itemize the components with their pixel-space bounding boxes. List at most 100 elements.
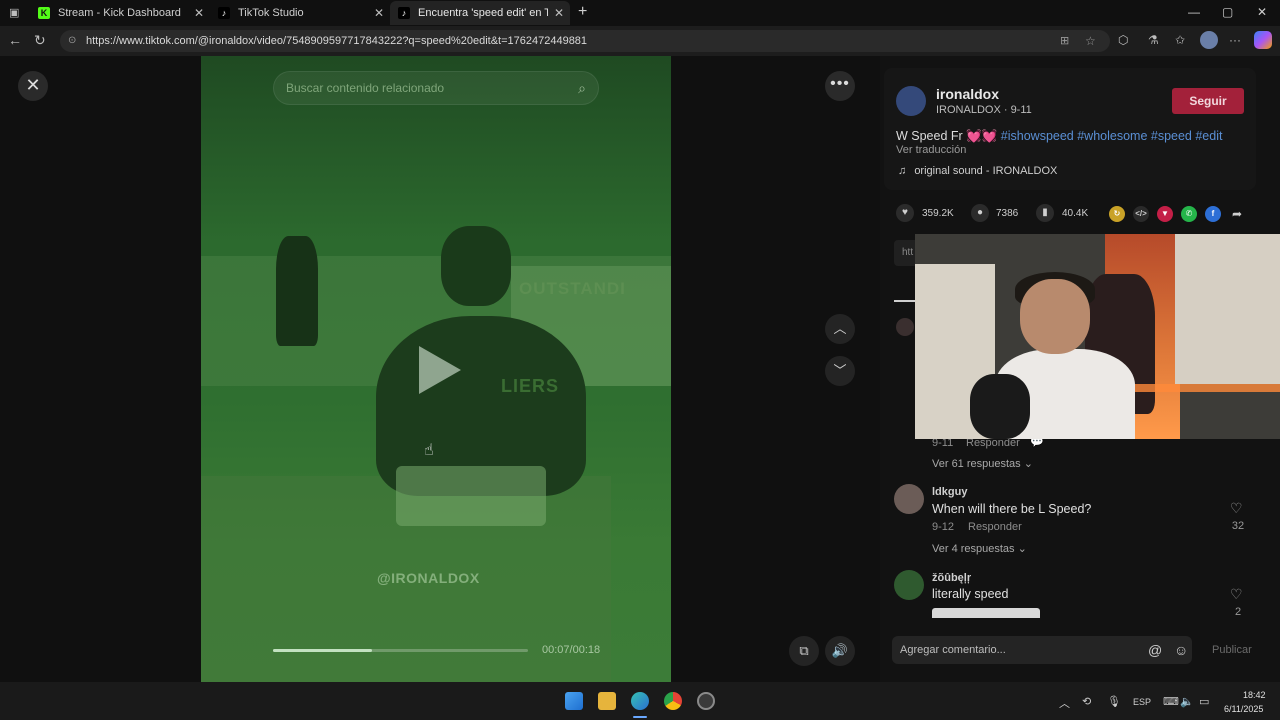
chrome-icon[interactable]	[664, 692, 682, 710]
minimize-button[interactable]: —	[1188, 5, 1200, 19]
commenter-avatar[interactable]	[896, 318, 914, 336]
more-options-button[interactable]: •••	[825, 71, 855, 101]
next-video-button[interactable]: ﹀	[825, 356, 855, 386]
emoji-picker-icon[interactable]: ☺	[1174, 636, 1188, 664]
publish-button[interactable]: Publicar	[1212, 644, 1252, 656]
commenter-avatar[interactable]	[894, 570, 924, 600]
comment-image-thumbnail[interactable]	[932, 608, 1040, 618]
tab-kick-dashboard[interactable]: K Stream - Kick Dashboard ✕	[30, 1, 210, 25]
tiktok-icon: ♪	[218, 7, 230, 19]
comment-count: 7386	[996, 208, 1019, 219]
speaker-icon[interactable]: 🔈	[1180, 695, 1194, 708]
close-tab-icon[interactable]: ✕	[554, 6, 564, 20]
video-viewer: OUTSTANDI LIERS Buscar contenido relacio…	[0, 56, 1280, 682]
tab-tiktok-studio[interactable]: ♪ TikTok Studio ✕	[210, 1, 390, 25]
volume-icon[interactable]: 🔊	[825, 636, 855, 666]
tray-overflow-icon[interactable]: ︿	[1059, 695, 1070, 711]
comments-tab-indicator	[894, 300, 916, 302]
tab-actions-icon[interactable]: ▣	[9, 6, 19, 19]
sync-icon[interactable]: ⟲	[1082, 695, 1091, 708]
video-scene-tray	[396, 466, 546, 526]
play-icon[interactable]	[419, 346, 461, 394]
tab-bar: ▣ K Stream - Kick Dashboard ✕ ♪ TikTok S…	[0, 0, 1280, 26]
commenter-name[interactable]: žõûbęļŗ	[932, 572, 971, 584]
back-icon[interactable]: ←	[8, 32, 22, 48]
edge-icon[interactable]	[631, 692, 649, 710]
author-name[interactable]: ironaldox	[936, 86, 999, 102]
comment-like-count: 32	[1231, 520, 1245, 532]
new-tab-button[interactable]: +	[578, 3, 587, 21]
clock-date[interactable]: 6/11/2025	[1224, 704, 1263, 714]
mention-icon[interactable]: @	[1148, 636, 1162, 664]
follow-button[interactable]: Seguir	[1172, 88, 1244, 114]
close-window-button[interactable]: ✕	[1257, 5, 1267, 19]
close-tab-icon[interactable]: ✕	[374, 6, 384, 20]
video-scene-person-head	[441, 226, 511, 306]
url-text: https://www.tiktok.com/@ironaldox/video/…	[86, 35, 588, 47]
comment-icon[interactable]: ●	[971, 204, 989, 222]
facebook-icon[interactable]: f	[1205, 206, 1221, 222]
comment-date: 9-12	[932, 521, 955, 533]
reply-button[interactable]: Responder	[968, 521, 1022, 533]
video-progress-bar[interactable]	[273, 649, 528, 652]
copilot-icon[interactable]	[1254, 31, 1272, 49]
commenter-avatar[interactable]	[894, 484, 924, 514]
video-scene-shirt-text: LIERS	[501, 376, 560, 396]
clock-time[interactable]: 18:42	[1243, 690, 1266, 700]
close-tab-icon[interactable]: ✕	[194, 6, 204, 20]
favorites-icon[interactable]: ✩	[1175, 33, 1185, 47]
bookmark-icon[interactable]: ▮	[1036, 204, 1054, 222]
search-placeholder: Buscar contenido relacionado	[286, 81, 445, 95]
video-time: 00:07/00:18	[542, 644, 601, 656]
repost-icon[interactable]: ↻	[1109, 206, 1125, 222]
comment-input[interactable]: Agregar comentario... @ ☺	[892, 636, 1192, 664]
app-available-icon[interactable]: ⊞	[1060, 30, 1069, 52]
comment-like-icon[interactable]: ♡	[1230, 500, 1243, 517]
view-replies-link[interactable]: Ver 61 respuestas ⌄	[932, 457, 1033, 470]
comment-like-icon[interactable]: ♡	[1230, 586, 1243, 603]
favorite-star-icon[interactable]: ☆	[1085, 30, 1096, 52]
maximize-button[interactable]: ▢	[1222, 5, 1233, 19]
previous-video-button[interactable]: ︿	[825, 314, 855, 344]
language-indicator[interactable]: ESP	[1133, 697, 1151, 707]
microphone-icon[interactable]: 🎙	[1107, 695, 1121, 708]
caption-hashtags[interactable]: #ishowspeed #wholesome #speed #edit	[1001, 129, 1223, 143]
related-search-input[interactable]: Buscar contenido relacionado ⌕	[273, 71, 599, 105]
url-field[interactable]: ⊙ https://www.tiktok.com/@ironaldox/vide…	[60, 30, 1110, 52]
tab-title: Stream - Kick Dashboard	[58, 7, 181, 19]
whatsapp-icon[interactable]: ✆	[1181, 206, 1197, 222]
network-icon[interactable]: ⌨	[1163, 695, 1179, 708]
settings-more-icon[interactable]: ···	[1229, 33, 1241, 47]
embed-icon[interactable]: </>	[1133, 206, 1149, 222]
sound-link[interactable]: ♫ original sound - IRONALDOX	[898, 165, 1057, 177]
webcam-scene-face	[1020, 279, 1090, 354]
kick-icon: K	[38, 7, 50, 19]
extensions-icon[interactable]: ⬡	[1118, 33, 1128, 47]
refresh-icon[interactable]: ↻	[34, 32, 46, 49]
send-icon[interactable]: ▼	[1157, 206, 1173, 222]
file-explorer-icon[interactable]	[598, 692, 616, 710]
sound-name: original sound - IRONALDOX	[914, 165, 1058, 177]
video-scene-sign: OUTSTANDI	[519, 279, 626, 298]
share-arrow-icon[interactable]: ➦	[1229, 206, 1245, 222]
profile-avatar[interactable]	[1200, 31, 1218, 49]
windows-start-icon[interactable]	[565, 692, 583, 710]
performance-icon[interactable]: ⚗	[1148, 33, 1159, 47]
tab-tiktok-search[interactable]: ♪ Encuentra 'speed edit' en TikTok | ✕	[390, 1, 570, 25]
heart-icon[interactable]: ♥	[896, 204, 914, 222]
webcam-scene-arm	[970, 374, 1030, 439]
floating-player-button[interactable]: ⧉	[789, 636, 819, 666]
translate-link[interactable]: Ver traducción	[896, 144, 966, 156]
commenter-name[interactable]: ldkguy	[932, 486, 967, 498]
author-avatar[interactable]	[896, 86, 926, 116]
site-info-icon[interactable]: ⊙	[68, 30, 76, 52]
app-icon[interactable]	[697, 692, 715, 710]
search-icon[interactable]: ⌕	[578, 72, 586, 104]
view-replies-link[interactable]: Ver 4 respuestas ⌄	[932, 542, 1027, 555]
close-video-button[interactable]: ✕	[18, 71, 48, 101]
comment-like-count: 2	[1234, 606, 1242, 618]
webcam-scene-cabinet	[1175, 234, 1280, 384]
description-card: ironaldox IRONALDOX · 9-11 Seguir W Spee…	[884, 68, 1256, 190]
like-count: 359.2K	[922, 208, 954, 219]
battery-icon[interactable]: ▭	[1199, 695, 1209, 708]
